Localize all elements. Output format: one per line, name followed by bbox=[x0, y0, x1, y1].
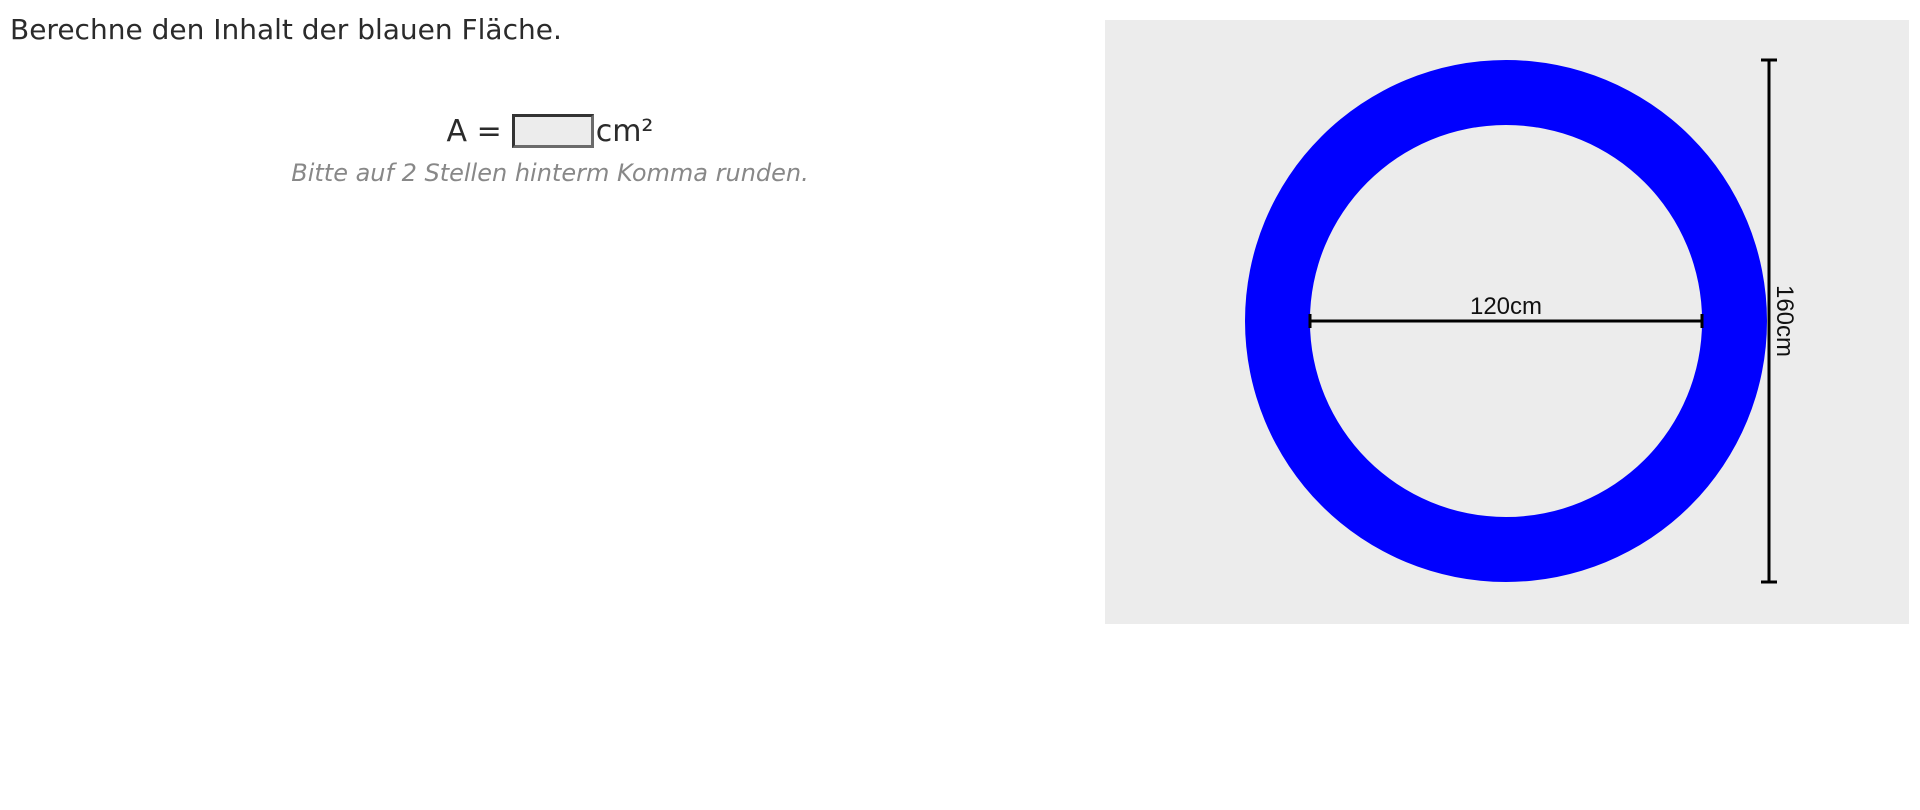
outer-diameter-label: 160cm bbox=[1771, 285, 1798, 357]
ring-figure-panel: 120cm 160cm bbox=[1105, 20, 1909, 624]
area-answer-input[interactable] bbox=[511, 114, 594, 148]
rounding-hint: Bitte auf 2 Stellen hinterm Komma runden… bbox=[291, 159, 809, 187]
answer-area: A = cm² Bitte auf 2 Stellen hinterm Komm… bbox=[0, 108, 1100, 188]
area-label: A = bbox=[446, 113, 502, 149]
ring-figure: 120cm 160cm bbox=[1245, 58, 1798, 584]
unit-label: cm² bbox=[595, 113, 654, 149]
inner-diameter-label: 120cm bbox=[1470, 293, 1542, 320]
task-title: Berechne den Inhalt der blauen Fläche. bbox=[10, 13, 562, 46]
answer-row: A = cm² bbox=[447, 108, 654, 154]
